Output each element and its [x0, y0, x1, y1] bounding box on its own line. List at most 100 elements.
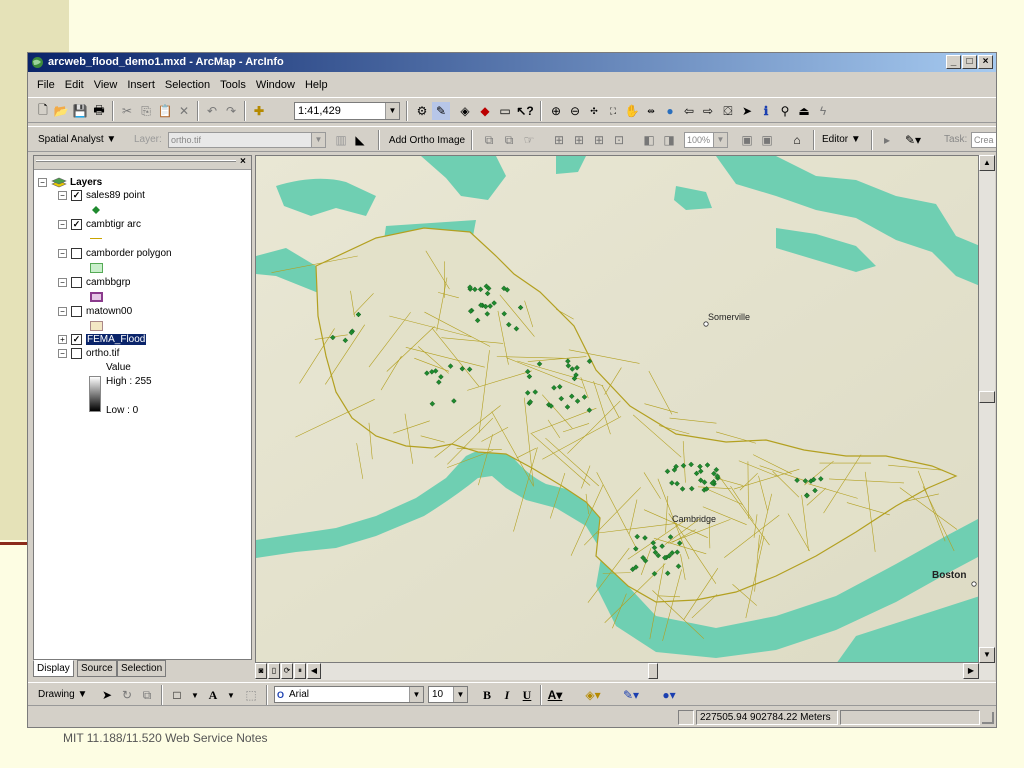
save-icon[interactable]: 💾 [71, 102, 89, 120]
chevron-down-icon[interactable]: ▼ [311, 133, 325, 147]
layer-expand-toggle[interactable]: − [58, 278, 67, 287]
rotate-icon[interactable]: ↻ [118, 686, 136, 704]
open-folder-icon[interactable]: 📂 [52, 102, 70, 120]
scroll-up-icon[interactable]: ▲ [979, 155, 995, 171]
whats-this-help-icon[interactable]: ↖? [516, 102, 534, 120]
identify-icon[interactable]: ℹ [757, 102, 775, 120]
toc-layer-cambtigr[interactable]: − ✓ cambtigr arc [58, 219, 141, 230]
arccatalog-icon[interactable]: ◈ [456, 102, 474, 120]
layer-expand-toggle[interactable]: − [58, 349, 67, 358]
font-size-select[interactable]: 10 ▼ [428, 686, 468, 703]
spatial-analyst-menu[interactable]: Spatial Analyst ▼ [38, 134, 116, 145]
scroll-thumb[interactable] [979, 391, 995, 403]
menu-window[interactable]: Window [251, 79, 300, 91]
forward-extent-icon[interactable]: ⇨ [699, 102, 717, 120]
tab-selection[interactable]: Selection [117, 660, 167, 677]
text-tool-icon[interactable]: A [204, 686, 222, 704]
toc-layer-fema-flood[interactable]: + ✓ FEMA_Flood [58, 334, 147, 345]
task-select[interactable]: Crea [971, 132, 996, 148]
menu-insert[interactable]: Insert [122, 79, 160, 91]
italic-button[interactable]: I [498, 686, 516, 704]
maximize-button[interactable]: □ [962, 55, 977, 69]
layer-visibility-checkbox[interactable] [71, 348, 82, 359]
copy-icon[interactable]: ⎘ [137, 102, 155, 120]
raster-tool-3-icon[interactable]: ⊞ [590, 131, 608, 149]
bold-button[interactable]: B [478, 686, 496, 704]
chevron-down-icon[interactable]: ▼ [385, 103, 399, 119]
layer-visibility-checkbox[interactable] [71, 248, 82, 259]
scroll-down-icon[interactable]: ▼ [979, 647, 995, 663]
rectangle-tool-icon[interactable]: □ [168, 686, 186, 704]
zoom-whole-page-icon[interactable]: ⧉ [138, 686, 156, 704]
layer-visibility-checkbox[interactable]: ✓ [71, 190, 82, 201]
hyperlink-lightning-icon[interactable]: ϟ [814, 102, 832, 120]
collapse-toggle[interactable]: − [38, 177, 47, 187]
tab-display[interactable]: Display [33, 660, 74, 677]
layout-back-icon[interactable]: ◧ [640, 131, 658, 149]
measure-icon[interactable]: ⏏ [795, 102, 813, 120]
layer-select[interactable]: ortho.tif ▼ [168, 132, 326, 148]
refresh-icon[interactable]: ⟳ [281, 663, 293, 679]
layer-visibility-checkbox[interactable]: ✓ [71, 219, 82, 230]
font-color-icon[interactable]: A▾ [546, 686, 564, 704]
layout-lock-icon[interactable]: ⌂ [788, 131, 806, 149]
underline-button[interactable]: U [518, 686, 536, 704]
chevron-down-icon[interactable]: ▼ [453, 687, 467, 702]
layout-forward-icon[interactable]: ◨ [660, 131, 678, 149]
georef-zoom-in-icon[interactable]: ⧉ [480, 131, 498, 149]
editor-toolbar-icon[interactable]: ⚙ [413, 102, 431, 120]
cut-icon[interactable]: ✂ [118, 102, 136, 120]
add-data-icon[interactable]: ✚ [250, 102, 268, 120]
command-line-icon[interactable]: ▭ [496, 102, 514, 120]
raster-tool-2-icon[interactable]: ⊞ [570, 131, 588, 149]
chevron-down-icon[interactable]: ▼ [186, 686, 204, 704]
histogram-icon[interactable]: ▥ [332, 131, 350, 149]
data-view-icon[interactable]: ◙ [255, 663, 267, 679]
layer-visibility-checkbox[interactable] [71, 306, 82, 317]
layout-view-icon[interactable]: ▯ [268, 663, 280, 679]
paste-icon[interactable]: 📋 [156, 102, 174, 120]
georef-pan-icon[interactable]: ☞ [520, 131, 538, 149]
select-features-icon[interactable]: ⛋ [719, 102, 737, 120]
full-extent-icon[interactable]: ⇹ [642, 102, 660, 120]
fill-color-icon[interactable]: ◈▾ [584, 686, 602, 704]
scroll-right-icon[interactable]: ▶ [963, 663, 979, 679]
add-ortho-image-button[interactable]: Add Ortho Image [388, 131, 466, 150]
layer-expand-toggle[interactable]: − [58, 307, 67, 316]
back-extent-icon[interactable]: ⇦ [680, 102, 698, 120]
edit-vertices-icon[interactable]: ⬚ [242, 686, 260, 704]
arctoolbox-red-icon[interactable]: ◆ [476, 102, 494, 120]
toc-drag-grip[interactable] [36, 160, 236, 162]
editor-menu[interactable]: Editor ▼ [822, 134, 861, 145]
map-view[interactable]: Somerville Cambridge Boston [255, 155, 979, 663]
select-arrow-icon[interactable]: ➤ [98, 686, 116, 704]
zoom-in-icon[interactable]: ⊕ [547, 102, 565, 120]
tab-source[interactable]: Source [77, 660, 117, 677]
menu-view[interactable]: View [89, 79, 123, 91]
layout-tool-1-icon[interactable]: ▣ [738, 131, 756, 149]
layout-tool-2-icon[interactable]: ▣ [758, 131, 776, 149]
marker-color-icon[interactable]: ●▾ [660, 686, 678, 704]
sketch-pencil-icon[interactable]: ✎▾ [904, 131, 922, 149]
layer-expand-toggle[interactable]: − [58, 191, 67, 200]
minimize-button[interactable]: _ [946, 55, 961, 69]
layer-visibility-checkbox[interactable]: ✓ [71, 334, 82, 345]
font-name-select[interactable]: O Arial ▼ [274, 686, 424, 703]
raster-tool-4-icon[interactable]: ⊡ [610, 131, 628, 149]
pause-drawing-icon[interactable]: ⏸ [294, 663, 306, 679]
zoom-percent-select[interactable]: 100% ▼ [684, 132, 728, 148]
line-color-icon[interactable]: ✎▾ [622, 686, 640, 704]
pan-hand-icon[interactable]: ✋ [623, 102, 641, 120]
new-document-icon[interactable]: 🗋 [34, 102, 52, 120]
find-binoculars-icon[interactable]: ⚲ [776, 102, 794, 120]
toc-layer-ortho[interactable]: − ortho.tif [58, 348, 119, 359]
edit-arrow-icon[interactable]: ▸ [878, 131, 896, 149]
drawing-menu[interactable]: Drawing ▼ [38, 689, 87, 700]
map-horizontal-scrollbar[interactable]: ◙ ▯ ⟳ ⏸ ◀ ▶ [255, 663, 979, 680]
menu-file[interactable]: File [32, 79, 60, 91]
scroll-thumb[interactable] [648, 663, 658, 679]
toc-layer-matown00[interactable]: − matown00 [58, 306, 132, 317]
layer-visibility-checkbox[interactable] [71, 277, 82, 288]
menu-selection[interactable]: Selection [160, 79, 215, 91]
globe-extent-icon[interactable]: ● [661, 102, 679, 120]
